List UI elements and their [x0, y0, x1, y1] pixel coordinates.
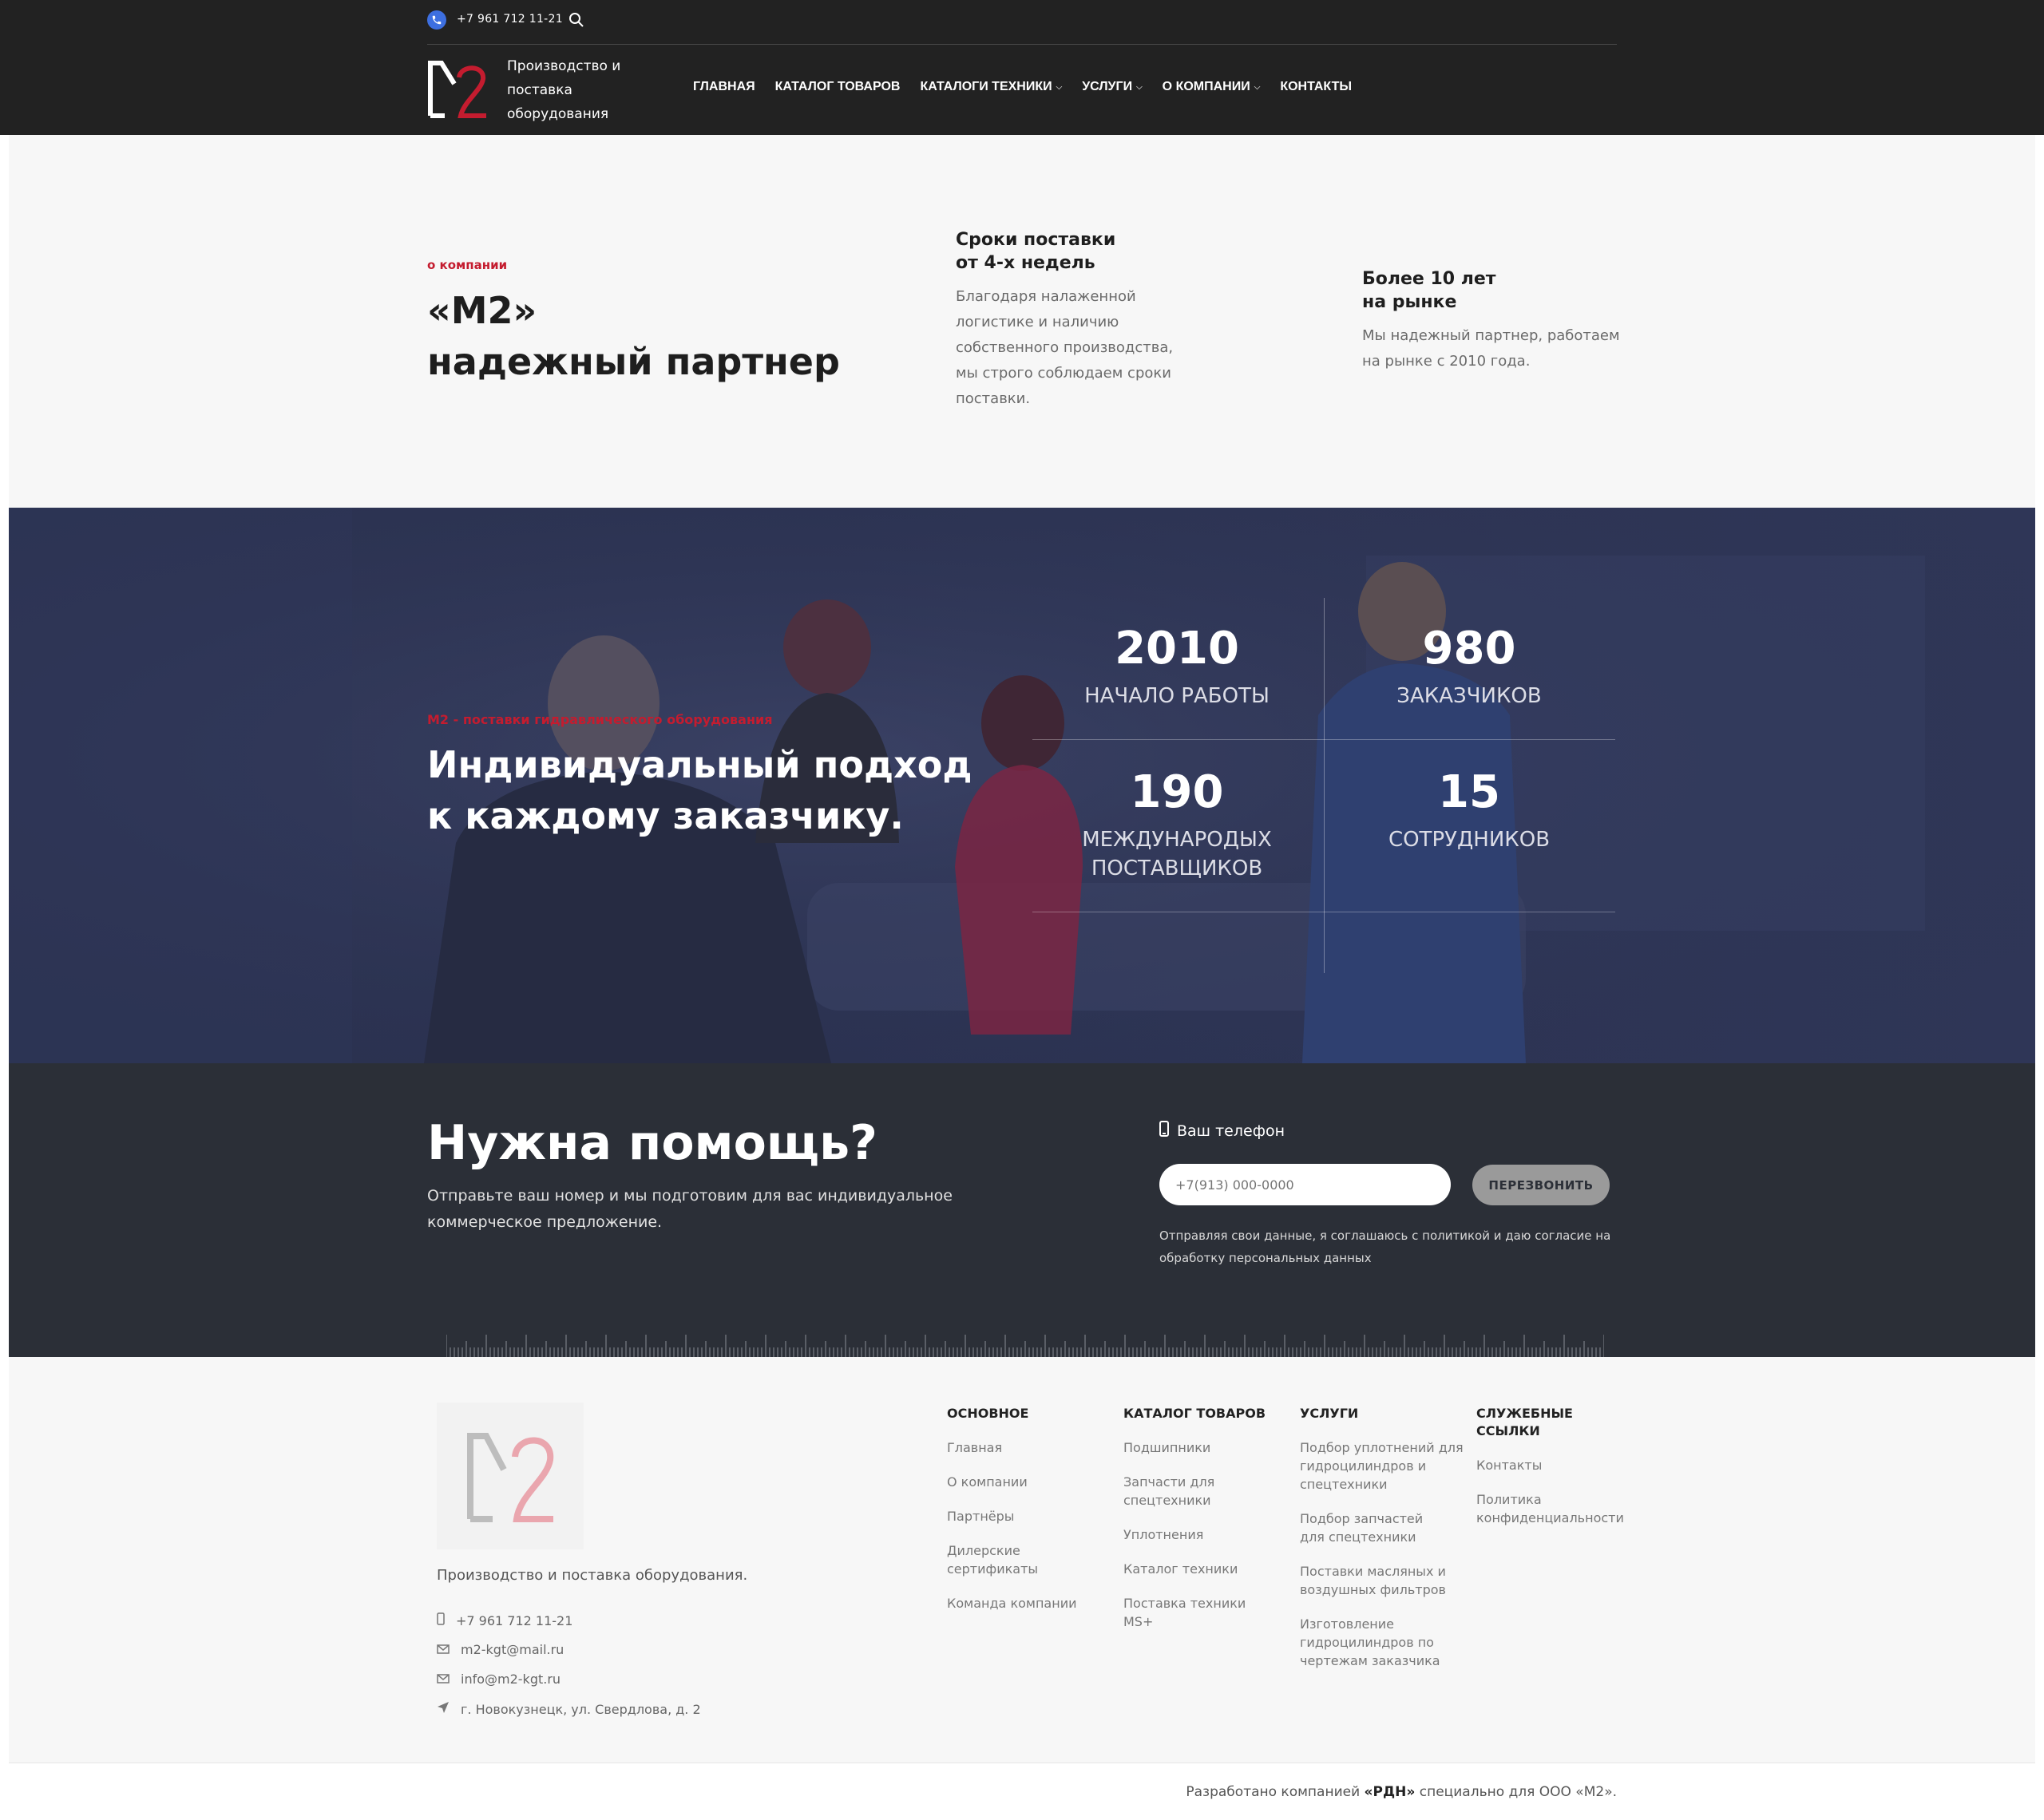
nav-product-catalog[interactable]: Каталог товаров — [775, 80, 901, 94]
footer-link[interactable]: Поставки масляных и воздушных фильтров — [1300, 1562, 1468, 1599]
site-footer: Производство и поставка оборудования. +7… — [9, 1357, 2035, 1763]
nav-about[interactable]: О компании ⌵ — [1163, 80, 1261, 94]
about-section: о компании «М2» надежный партнер Сроки п… — [9, 135, 2035, 508]
header-phone-link[interactable]: +7 961 712 11-21 — [457, 13, 563, 26]
footer-link[interactable]: Контакты — [1476, 1456, 1644, 1474]
footer-column-catalog: Каталог товаров Подшипники Запчасти для … — [1123, 1405, 1291, 1647]
stats-section: М2 - поставки гидравлического оборудован… — [9, 508, 2035, 1063]
nav-home[interactable]: Главная — [693, 80, 755, 94]
footer-link[interactable]: Политика конфиденциальности — [1476, 1490, 1644, 1527]
nav-equipment-catalogs[interactable]: Каталоги техники ⌵ — [920, 80, 1062, 94]
envelope-icon — [437, 1672, 450, 1687]
stat-label: Заказчиков — [1396, 684, 1542, 708]
stat-suppliers: 190 Международых поставщиков — [1041, 765, 1313, 883]
mobile-phone-icon — [1159, 1121, 1169, 1141]
footer-tagline: Производство и поставка оборудования. — [437, 1567, 748, 1584]
footer-link[interactable]: Подшипники — [1123, 1438, 1291, 1457]
nav-contacts[interactable]: Контакты — [1280, 80, 1352, 94]
nav-services[interactable]: Услуги ⌵ — [1082, 80, 1142, 94]
feature-text: Благодаря налаженной логистике и наличию… — [956, 288, 1174, 407]
footer-link[interactable]: Изготовление гидроцилиндров по чертежам … — [1300, 1615, 1468, 1670]
phone-field-label: Ваш телефон — [1159, 1121, 1285, 1141]
logo-tagline: Производство и поставка оборудования — [507, 58, 621, 122]
mobile-phone-icon — [437, 1612, 445, 1628]
stats-divider-horizontal — [1032, 739, 1615, 740]
search-icon[interactable] — [568, 12, 584, 31]
callback-section: Нужна помощь? Отправьте ваш номер и мы п… — [9, 1063, 2035, 1357]
stats-title: Индивидуальный подход к каждому заказчик… — [427, 743, 972, 837]
envelope-icon — [437, 1642, 450, 1657]
footer-column-title: Услуги — [1300, 1406, 1359, 1421]
stats-eyebrow: М2 - поставки гидравлического оборудован… — [427, 712, 773, 727]
stats-divider-vertical — [1324, 598, 1325, 973]
footer-link[interactable]: Дилерские сертификаты — [947, 1541, 1051, 1578]
footer-link[interactable]: Запчасти для спецтехники — [1123, 1473, 1235, 1509]
phone-input[interactable] — [1159, 1164, 1451, 1205]
stat-label: Сотрудников — [1388, 828, 1551, 852]
feature-title: Сроки поставки от 4-х недель — [956, 230, 1116, 273]
callback-text: Отправьте ваш номер и мы подготовим для … — [427, 1187, 953, 1231]
feature-title: Более 10 лет на рынке — [1362, 269, 1496, 312]
stat-value: 2010 — [1115, 623, 1239, 675]
team-photo-background — [9, 508, 2035, 1063]
chevron-down-icon: ⌵ — [1254, 82, 1261, 92]
phone-icon — [427, 10, 446, 30]
footer-address: г. Новокузнецк, ул. Свердлова, д. 2 — [437, 1701, 701, 1717]
stat-value: 190 — [1130, 766, 1224, 818]
footer-column-title: Служебные ссылки — [1476, 1406, 1573, 1438]
about-eyebrow: о компании — [427, 258, 508, 272]
footer-link[interactable]: Поставка техники MS+ — [1123, 1594, 1259, 1631]
footer-logo[interactable] — [437, 1403, 584, 1549]
stat-start-year: 2010 Начало работы — [1041, 621, 1313, 710]
footer-link[interactable]: Каталог техники — [1123, 1560, 1291, 1578]
stat-label: Начало работы — [1084, 684, 1270, 708]
chevron-down-icon: ⌵ — [1056, 82, 1063, 92]
location-arrow-icon — [437, 1701, 450, 1717]
stat-label: Международых поставщиков — [1082, 828, 1272, 880]
feature-delivery: Сроки поставки от 4-х недель Благодаря н… — [956, 228, 1195, 412]
footer-column-title: Каталог товаров — [1123, 1406, 1266, 1421]
stat-value: 15 — [1438, 766, 1500, 818]
main-nav: Главная Каталог товаров Каталоги техники… — [693, 80, 1352, 94]
ruler-decoration — [446, 1335, 1604, 1357]
footer-link[interactable]: Партнёры — [947, 1507, 1115, 1525]
footer-link[interactable]: О компании — [947, 1473, 1115, 1491]
footer-link[interactable]: Главная — [947, 1438, 1115, 1457]
footer-column-main: Основное Главная О компании Партнёры Дил… — [947, 1405, 1115, 1628]
callback-title: Нужна помощь? — [427, 1115, 877, 1171]
footer-email-primary[interactable]: m2-kgt@mail.ru — [437, 1642, 564, 1657]
feature-text: Мы надежный партнер, работаем на рынке с… — [1362, 327, 1620, 370]
stat-customers: 980 Заказчиков — [1333, 621, 1605, 710]
footer-email-secondary[interactable]: info@m2-kgt.ru — [437, 1672, 561, 1687]
site-logo[interactable] — [427, 60, 488, 119]
about-title: «М2» надежный партнер — [427, 289, 840, 383]
footer-phone[interactable]: +7 961 712 11-21 — [437, 1612, 572, 1628]
consent-text: Отправляя свои данные, я соглашаюсь с по… — [1159, 1228, 1611, 1265]
site-header: +7 961 712 11-21 Производство и поставка… — [0, 0, 2044, 135]
chevron-down-icon: ⌵ — [1136, 82, 1143, 92]
feature-experience: Более 10 лет на рынке Мы надежный партне… — [1362, 267, 1626, 374]
footer-link[interactable]: Подбор запчастей для спецтехники — [1300, 1509, 1428, 1546]
stat-employees: 15 Сотрудников — [1333, 765, 1605, 854]
developer-name[interactable]: «РДН» — [1365, 1784, 1416, 1800]
footer-column-title: Основное — [947, 1406, 1029, 1421]
developer-credits: Разработано компанией «РДН» специально д… — [1186, 1784, 1617, 1800]
stat-value: 980 — [1422, 623, 1516, 675]
footer-column-services: Услуги Подбор уплотнений для гидроцилинд… — [1300, 1405, 1468, 1686]
footer-link[interactable]: Подбор уплотнений для гидроцилиндров и с… — [1300, 1438, 1468, 1494]
callback-button[interactable]: Перезвонить — [1472, 1165, 1610, 1205]
footer-link[interactable]: Команда компании — [947, 1594, 1115, 1612]
footer-column-service-links: Служебные ссылки Контакты Политика конфи… — [1476, 1405, 1644, 1543]
top-bar: +7 961 712 11-21 — [427, 0, 1617, 45]
footer-link[interactable]: Уплотнения — [1123, 1525, 1291, 1544]
